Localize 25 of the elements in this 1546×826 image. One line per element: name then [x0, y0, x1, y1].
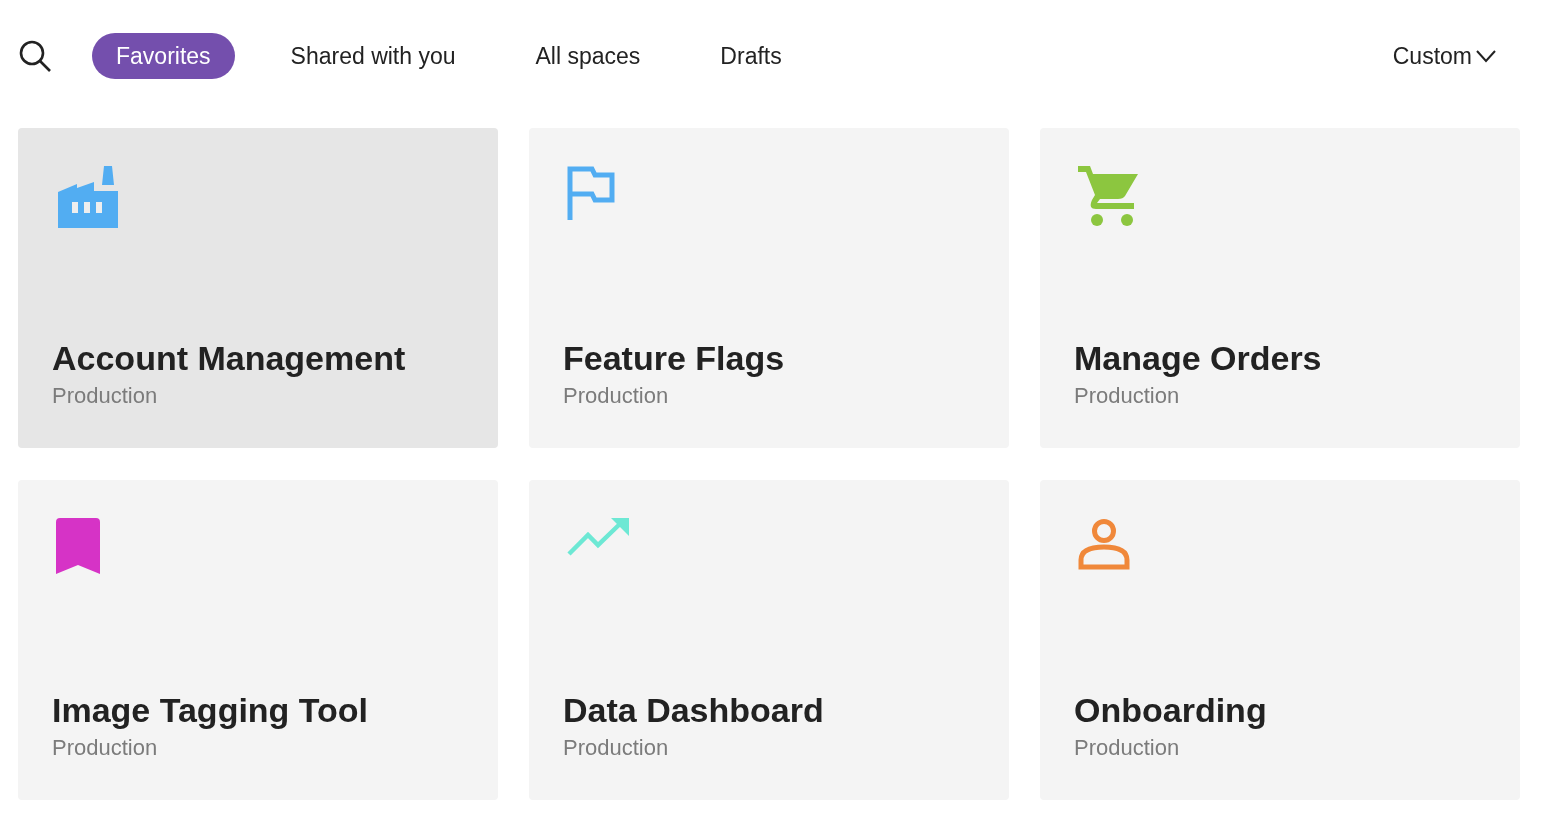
app-title: Image Tagging Tool [52, 690, 370, 731]
tab[interactable]: Shared with you [266, 32, 480, 80]
environment-label: Production [563, 734, 670, 762]
environment-label: Production [1074, 734, 1181, 762]
environment-label: Production [52, 382, 159, 410]
app-title: Feature Flags [563, 338, 786, 379]
environment-label: Production [563, 382, 670, 410]
app-title: Data Dashboard [563, 690, 825, 731]
chevron-down-icon [1476, 49, 1496, 63]
app-title: Manage Orders [1074, 338, 1323, 379]
app-card[interactable]: Manage Orders Production [1040, 128, 1520, 448]
app-title: Account Management [52, 338, 407, 379]
search-icon[interactable] [18, 39, 52, 73]
app-card[interactable]: Onboarding Production [1040, 480, 1520, 800]
sort-dropdown[interactable]: Custom [1392, 38, 1496, 74]
tab[interactable]: Favorites [92, 32, 235, 80]
app-card[interactable]: Account Management Production [18, 128, 498, 448]
app-card[interactable]: Image Tagging Tool Production [18, 480, 498, 800]
environment-label: Production [1074, 382, 1181, 410]
app-card[interactable]: Feature Flags Production [529, 128, 1009, 448]
tab[interactable]: All spaces [511, 32, 665, 80]
environment-label: Production [52, 734, 159, 762]
app-card[interactable]: Data Dashboard Production [529, 480, 1009, 800]
tab[interactable]: Drafts [696, 32, 806, 80]
app-title: Onboarding [1074, 690, 1268, 731]
